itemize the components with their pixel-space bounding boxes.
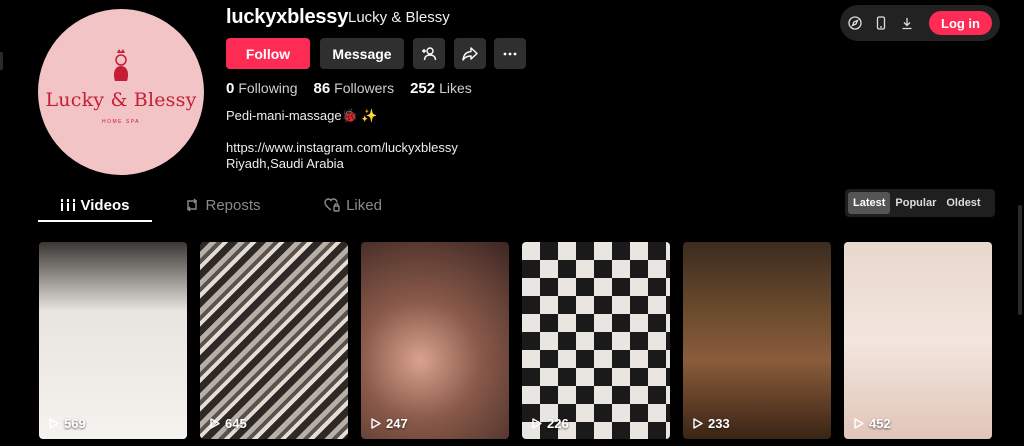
profile-tabs: Videos Reposts Liked [38, 190, 412, 222]
sort-latest[interactable]: Latest [848, 192, 891, 214]
view-count: 247 [371, 416, 408, 431]
bio: Pedi-mani-massage🐞 ✨ [226, 108, 378, 123]
message-button[interactable]: Message [320, 38, 404, 69]
tab-reposts[interactable]: Reposts [152, 190, 294, 220]
likes-stat: 252 Likes [410, 80, 472, 97]
video-tile[interactable]: 226 [522, 242, 670, 439]
view-count-value: 247 [386, 416, 408, 431]
likes-count: 252 [410, 80, 436, 97]
tab-liked-label: Liked [346, 196, 382, 214]
view-count: 452 [854, 416, 891, 431]
video-tile[interactable]: 233 [683, 242, 831, 439]
add-friend-button[interactable] [413, 38, 445, 69]
view-count-value: 569 [64, 416, 86, 431]
view-count-value: 645 [225, 416, 247, 431]
tab-reposts-label: Reposts [205, 196, 261, 214]
following-label: Following [238, 80, 298, 96]
follow-button[interactable]: Follow [226, 38, 310, 69]
following-stat[interactable]: 0 Following [226, 80, 297, 97]
view-count-value: 233 [708, 416, 730, 431]
video-tile[interactable]: 645 [200, 242, 348, 439]
view-count: 233 [693, 416, 730, 431]
active-tab-indicator [38, 220, 152, 222]
video-tile[interactable]: 452 [844, 242, 992, 439]
videos-grid-icon [60, 199, 75, 211]
login-button[interactable]: Log in [929, 11, 992, 35]
phone-icon[interactable] [874, 16, 888, 30]
liked-lock-heart-icon [324, 198, 340, 212]
compass-icon[interactable] [848, 16, 862, 30]
video-tile[interactable]: 247 [361, 242, 509, 439]
video-grid: 569 645 247 226 233 452 [39, 242, 992, 439]
play-icon [210, 418, 220, 429]
play-icon [371, 418, 381, 429]
download-icon[interactable] [900, 16, 914, 30]
top-action-bar: Log in [840, 5, 1000, 41]
add-user-icon [422, 46, 437, 60]
ellipsis-icon [503, 52, 517, 55]
view-count: 569 [49, 416, 86, 431]
followers-stat[interactable]: 86 Followers [313, 80, 394, 97]
sort-popular[interactable]: Popular [890, 192, 941, 214]
side-collapse-handle[interactable] [0, 52, 3, 70]
username: luckyxblessy [226, 6, 349, 28]
location: Riyadh,Saudi Arabia [226, 156, 344, 171]
video-thumbnail [844, 242, 992, 439]
scrollbar[interactable] [1018, 205, 1022, 315]
tab-liked[interactable]: Liked [294, 190, 412, 220]
profile-stats: 0 Following 86 Followers 252 Likes [226, 80, 472, 97]
play-icon [854, 418, 864, 429]
avatar: Lucky & Blessy HOME SPA [38, 9, 204, 175]
followers-count: 86 [313, 80, 331, 97]
video-tile[interactable]: 569 [39, 242, 187, 439]
display-name: Lucky & Blessy [348, 9, 450, 26]
view-count: 226 [532, 416, 569, 431]
video-thumbnail [200, 242, 348, 439]
avatar-logo-subtext: HOME SPA [101, 119, 141, 125]
tab-videos[interactable]: Videos [38, 190, 152, 220]
play-icon [49, 418, 59, 429]
video-thumbnail [361, 242, 509, 439]
following-count: 0 [226, 80, 235, 97]
video-sort-toggle: Latest Popular Oldest [845, 189, 995, 217]
video-thumbnail [39, 242, 187, 439]
followers-label: Followers [334, 80, 395, 96]
profile-link[interactable]: https://www.instagram.com/luckyxblessy [226, 140, 458, 155]
sort-oldest[interactable]: Oldest [941, 192, 985, 214]
tab-videos-label: Videos [80, 196, 130, 214]
likes-label: Likes [439, 80, 472, 96]
view-count-value: 226 [547, 416, 569, 431]
more-options-button[interactable] [494, 38, 526, 69]
share-button[interactable] [454, 38, 486, 69]
logo-mark-icon [113, 49, 129, 81]
play-icon [693, 418, 703, 429]
view-count-value: 452 [869, 416, 891, 431]
video-thumbnail [683, 242, 831, 439]
avatar-logo-text: Lucky & Blessy [45, 89, 197, 111]
view-count: 645 [210, 416, 247, 431]
repost-icon [187, 198, 198, 212]
play-icon [532, 418, 542, 429]
share-icon [462, 46, 478, 61]
video-thumbnail [522, 242, 670, 439]
